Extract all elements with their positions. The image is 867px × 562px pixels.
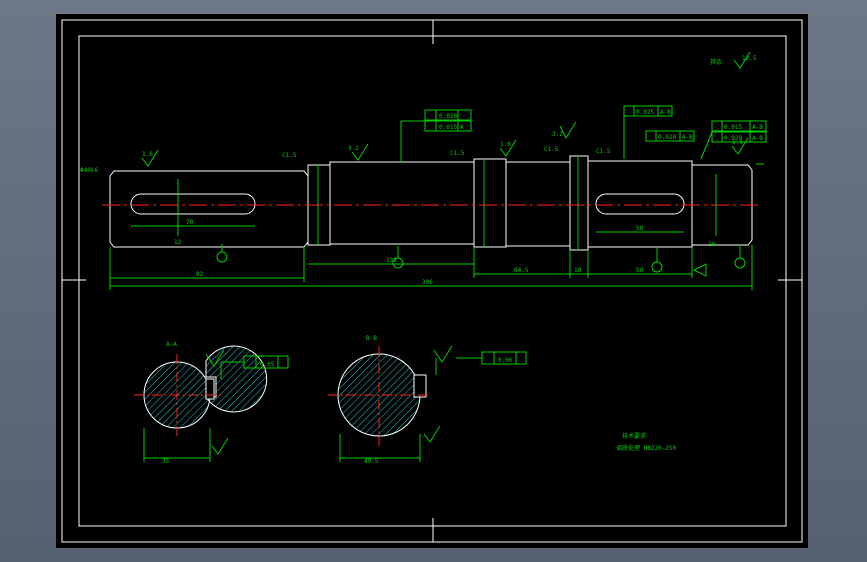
len-5: 50 — [636, 267, 644, 274]
section-a-tol: 0.05 — [260, 361, 275, 368]
drawing-sheet: 其余 12.5 0.020 0.015 A 0.025 A-B 0.020 A-… — [56, 14, 808, 548]
len-3: 58 — [636, 225, 644, 232]
len-2: 70 — [186, 219, 194, 226]
ra-1: 1.6 — [142, 151, 153, 158]
section-b-tol: 0.06 — [498, 357, 513, 364]
section-b-b — [328, 345, 527, 462]
section-a-title: A-A — [166, 341, 177, 348]
key-width-1: 12 — [174, 239, 182, 246]
len-6: 64.5 — [514, 267, 529, 274]
len-4: 138 — [386, 257, 397, 264]
datum-label-2: A-B — [660, 109, 671, 116]
key-width-2: 16 — [708, 241, 716, 248]
drawing-svg: 其余 12.5 0.020 0.015 A 0.025 A-B 0.020 A-… — [61, 19, 803, 543]
ra-2: 3.2 — [348, 145, 359, 152]
datum-label-4: A-B — [752, 124, 763, 131]
tol-4: 0.020 — [658, 134, 676, 141]
chamfer-1: C1.5 — [282, 152, 297, 159]
roughness-note: 其余 — [710, 58, 722, 66]
datum-label-1: A — [460, 124, 464, 131]
chamfer-3: C1.5 — [544, 146, 559, 153]
total-length: 306 — [422, 279, 433, 286]
cad-viewport[interactable]: 其余 12.5 0.020 0.015 A 0.025 A-B 0.020 A-… — [0, 0, 867, 562]
ra-4: 1.6 — [732, 139, 743, 146]
tol-2: 0.015 — [439, 124, 457, 131]
section-b-dim: 49.5 — [364, 458, 379, 465]
chamfer-2: C1.5 — [450, 150, 465, 157]
datum-label-3: A-B — [682, 134, 693, 141]
len-1: 82 — [196, 271, 204, 278]
chamfer-4: C1.5 — [596, 148, 611, 155]
shaft-main-view — [109, 155, 753, 251]
tech-req-text: 调质处理 HB220-250 — [616, 444, 677, 452]
section-b-title: B-B — [366, 335, 377, 342]
datum-label-5: A-B — [752, 135, 763, 142]
roughness-other: 12.5 — [742, 55, 757, 62]
tol-3: 0.025 — [636, 109, 654, 116]
tol-1: 0.020 — [439, 113, 457, 120]
tech-req-title: 技术要求 — [622, 432, 646, 440]
ra-5: 3.2 — [552, 131, 563, 138]
tol-5: 0.015 — [724, 124, 742, 131]
len-7: 10 — [574, 267, 582, 274]
ra-3: 1.6 — [500, 141, 511, 148]
left-diameter: Φ40k6 — [80, 167, 98, 174]
section-a-dim: 35 — [162, 458, 170, 465]
